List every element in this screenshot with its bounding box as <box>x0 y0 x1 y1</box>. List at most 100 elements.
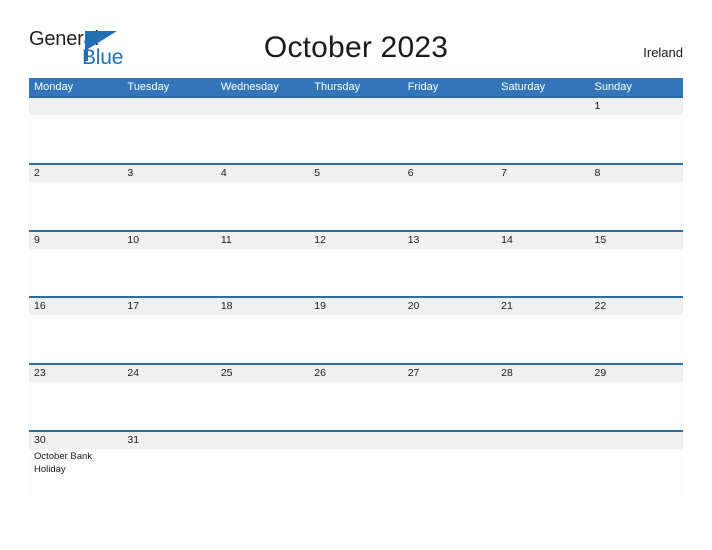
day-event <box>314 115 392 116</box>
day-header-tuesday: Tuesday <box>127 81 170 93</box>
day-cell[interactable]: 24 <box>122 365 215 430</box>
day-cell[interactable]: 28 <box>496 365 589 430</box>
day-cell[interactable]: 21 <box>496 298 589 363</box>
day-number: 18 <box>220 300 233 313</box>
day-number <box>314 432 402 449</box>
day-number: 14 <box>501 233 513 246</box>
calendar-week-row: 16 17 18 19 20 21 22 <box>29 296 683 364</box>
day-cell[interactable]: 22 <box>590 298 683 363</box>
day-cell[interactable] <box>496 432 589 497</box>
day-cell[interactable]: 30 October Bank Holiday <box>29 432 122 497</box>
day-cell[interactable]: 9 <box>29 232 122 297</box>
day-number <box>34 98 122 115</box>
day-cell[interactable]: 16 <box>29 298 122 363</box>
day-cell[interactable]: 18 <box>216 298 309 363</box>
day-cell[interactable]: 5 <box>309 165 402 230</box>
page-title: October 2023 <box>263 31 449 64</box>
day-number: 3 <box>127 166 134 179</box>
day-number: 24 <box>127 367 140 380</box>
day-event <box>221 115 299 116</box>
day-cell[interactable]: 31 <box>122 432 215 497</box>
day-event <box>34 115 112 116</box>
day-header-saturday: Saturday <box>501 81 546 93</box>
day-cell[interactable]: 10 <box>122 232 215 297</box>
day-event <box>221 382 299 383</box>
page-header: General Blue October 2023 Ireland <box>0 0 712 78</box>
day-number <box>501 432 589 449</box>
day-event <box>595 382 673 383</box>
day-cell[interactable] <box>590 432 683 497</box>
day-cell[interactable]: 13 <box>403 232 496 297</box>
calendar-week-row: 23 24 25 26 27 28 29 <box>29 363 683 430</box>
calendar-week-row: 9 10 11 12 13 14 15 <box>29 229 683 297</box>
day-cell[interactable]: 27 <box>403 365 496 430</box>
day-cell[interactable]: 23 <box>29 365 122 430</box>
day-number <box>408 432 496 449</box>
day-number: 26 <box>314 367 326 380</box>
day-number: 4 <box>220 166 227 179</box>
day-event <box>314 382 392 383</box>
day-cell[interactable]: 17 <box>122 298 215 363</box>
day-cell[interactable]: 1 <box>590 98 683 163</box>
day-number: 7 <box>501 166 507 179</box>
day-cell[interactable]: 8 <box>590 165 683 230</box>
day-cell[interactable] <box>122 98 215 163</box>
day-event <box>501 249 579 250</box>
day-event <box>221 182 299 183</box>
day-header-monday: Monday <box>34 81 74 93</box>
calendar-page: General Blue October 2023 Ireland Monday… <box>0 0 712 550</box>
day-cell[interactable] <box>403 432 496 497</box>
day-cell[interactable]: 20 <box>403 298 496 363</box>
day-event <box>34 382 112 383</box>
calendar-week-row: 30 October Bank Holiday 31 <box>29 429 683 497</box>
day-cell[interactable]: 3 <box>122 165 215 230</box>
day-number: 2 <box>34 166 40 179</box>
day-number <box>221 432 309 449</box>
calendar-week-row: 2 3 4 5 6 7 8 <box>29 162 683 230</box>
day-cell[interactable] <box>29 98 122 163</box>
day-event <box>314 182 392 183</box>
day-number: 30 <box>34 433 46 446</box>
day-event <box>127 315 205 316</box>
day-cell[interactable] <box>496 98 589 163</box>
day-event <box>501 182 579 183</box>
day-event <box>34 249 112 250</box>
day-event <box>127 182 205 183</box>
day-cell[interactable]: 7 <box>496 165 589 230</box>
day-cell[interactable] <box>403 98 496 163</box>
day-event <box>595 249 673 250</box>
day-header-friday: Friday <box>407 81 439 93</box>
day-number: 15 <box>594 233 607 246</box>
day-cell[interactable]: 29 <box>590 365 683 430</box>
day-cell[interactable]: 26 <box>309 365 402 430</box>
day-number: 5 <box>314 166 321 179</box>
day-header-wednesday: Wednesday <box>220 81 279 93</box>
day-event <box>595 449 673 450</box>
day-event <box>221 315 299 316</box>
day-event <box>595 182 673 183</box>
day-cell[interactable] <box>309 98 402 163</box>
day-cell[interactable]: 12 <box>309 232 402 297</box>
day-event <box>408 249 486 250</box>
day-cell[interactable] <box>216 98 309 163</box>
day-number <box>127 98 215 115</box>
day-event <box>408 382 486 383</box>
day-cell[interactable] <box>216 432 309 497</box>
day-number: 8 <box>594 166 601 179</box>
day-cell[interactable]: 2 <box>29 165 122 230</box>
day-cell[interactable] <box>309 432 402 497</box>
day-cell[interactable]: 15 <box>590 232 683 297</box>
day-cell[interactable]: 11 <box>216 232 309 297</box>
day-number: 6 <box>407 166 414 179</box>
day-cell[interactable]: 25 <box>216 365 309 430</box>
day-number: 13 <box>407 233 420 246</box>
day-cell[interactable]: 19 <box>309 298 402 363</box>
day-number: 9 <box>34 233 40 246</box>
calendar-grid: Monday Tuesday Wednesday Thursday Friday… <box>29 78 683 497</box>
day-number: 22 <box>594 300 607 313</box>
day-number: 1 <box>594 100 601 112</box>
day-cell[interactable]: 14 <box>496 232 589 297</box>
day-number: 31 <box>127 433 140 446</box>
day-cell[interactable]: 4 <box>216 165 309 230</box>
day-cell[interactable]: 6 <box>403 165 496 230</box>
